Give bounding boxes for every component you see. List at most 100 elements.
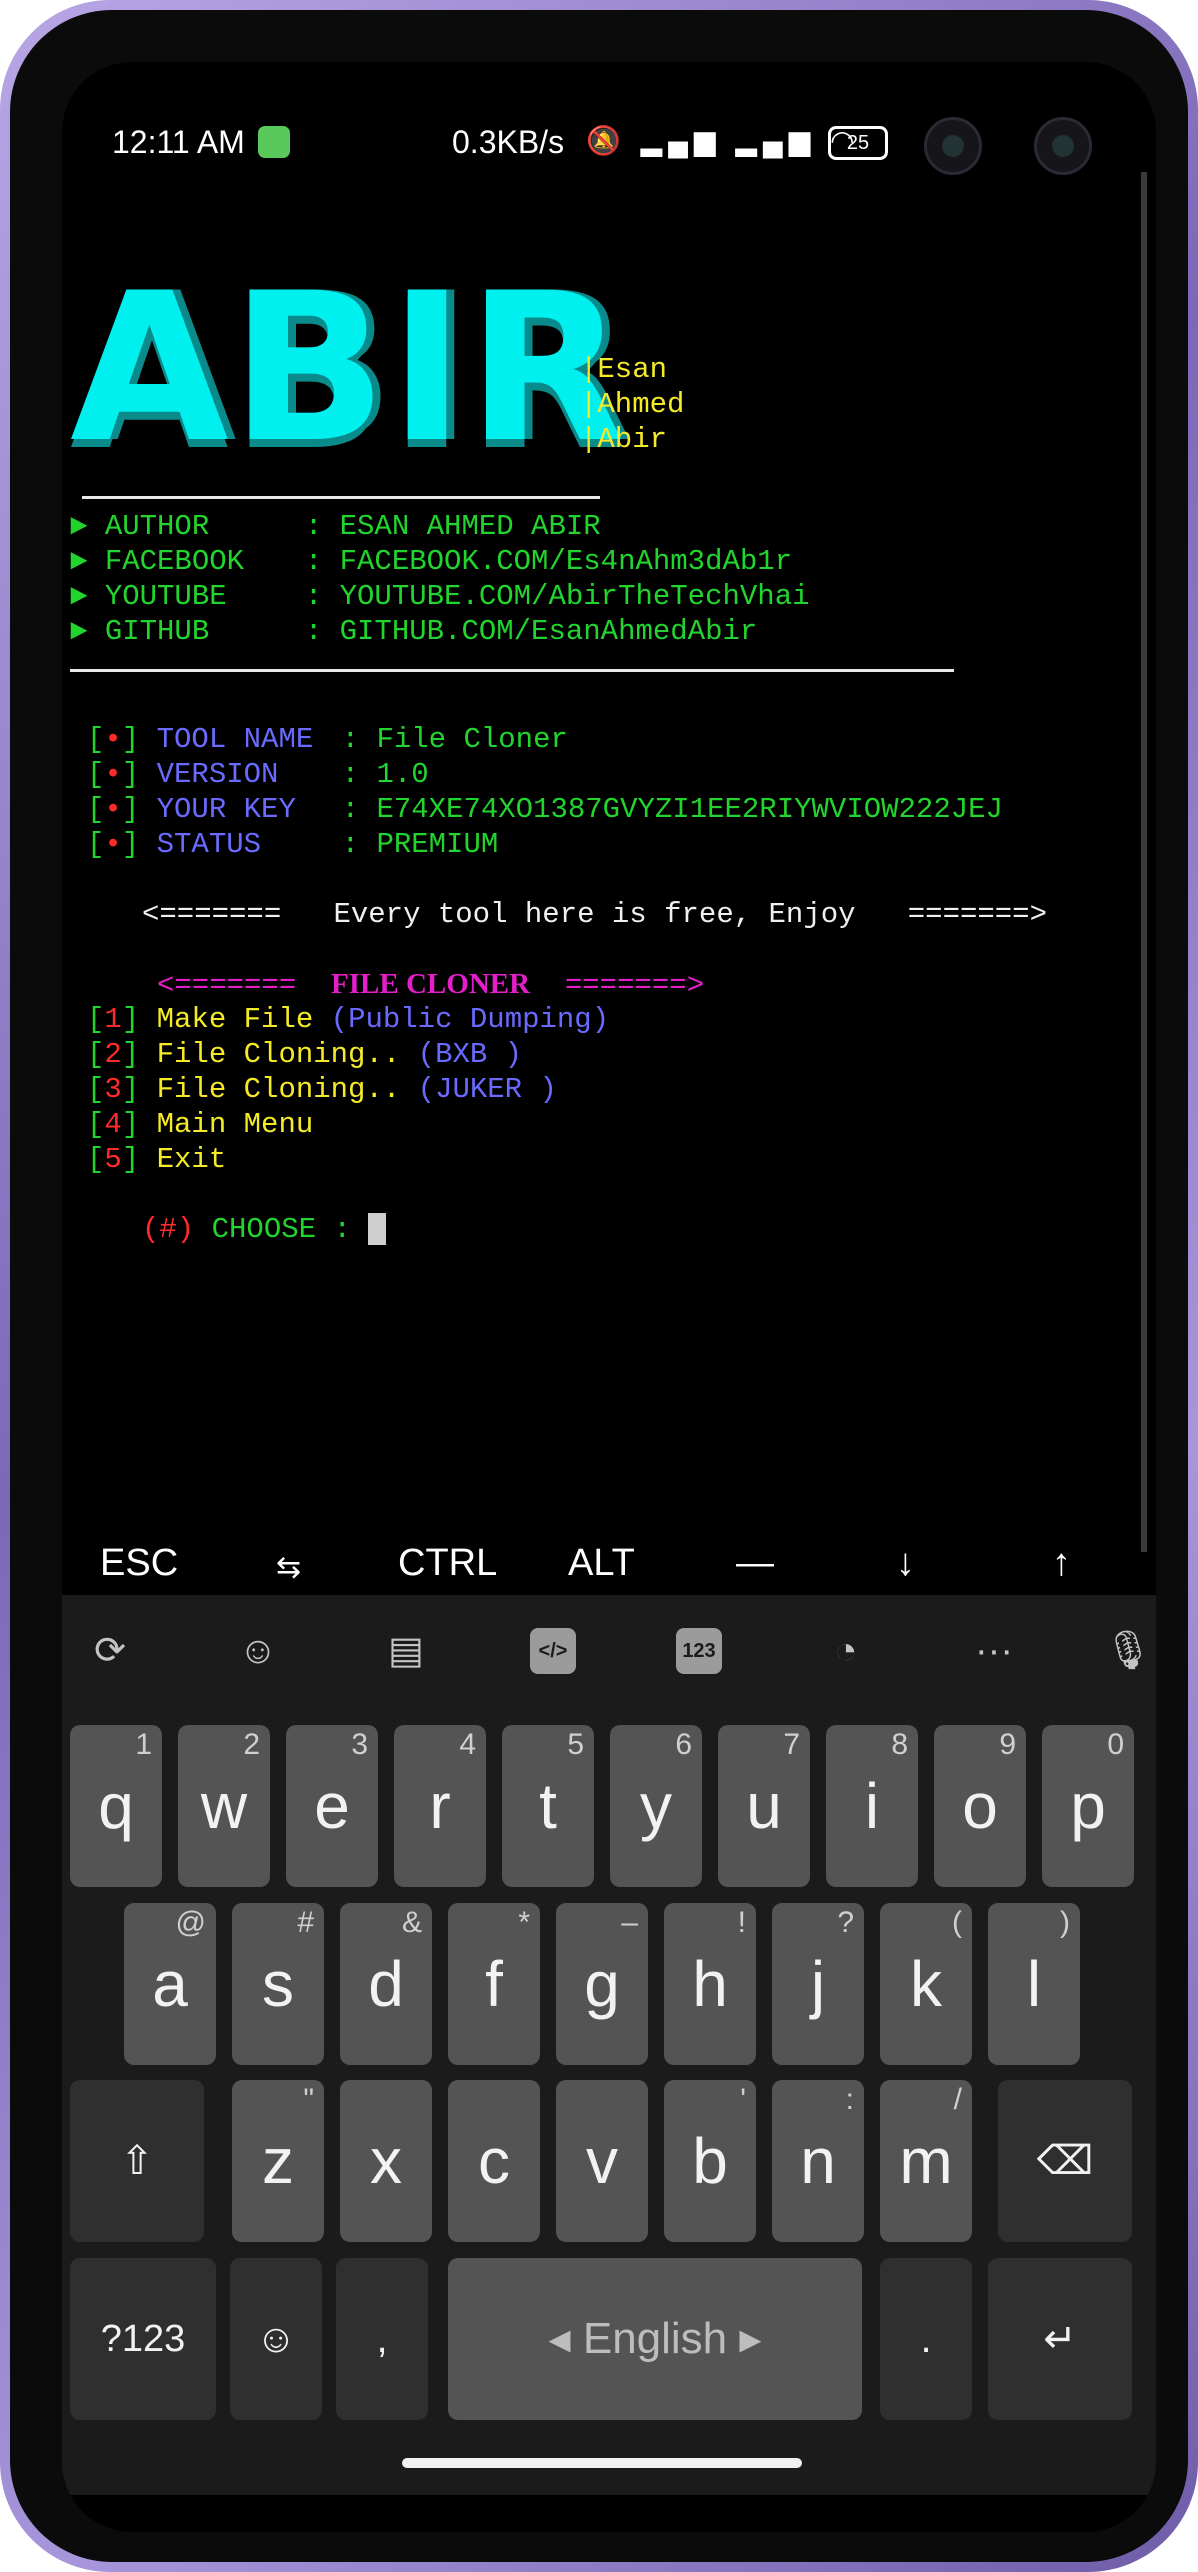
key-z[interactable]: " z — [232, 2080, 324, 2242]
dash-key[interactable]: — — [736, 1542, 774, 1585]
choose-prompt[interactable]: (#) CHOOSE : — [142, 1212, 387, 1247]
banner-line: |Ahmed — [580, 388, 685, 421]
key-hint: – — [621, 1906, 638, 1939]
up-arrow-key[interactable]: ↑ — [1052, 1542, 1071, 1585]
more-icon[interactable]: ··· — [968, 1625, 1020, 1677]
code-icon[interactable]: </> — [530, 1628, 576, 1674]
key-h[interactable]: ! h — [664, 1903, 756, 2065]
key-j[interactable]: ? j — [772, 1903, 864, 2065]
key-hint: 2 — [243, 1728, 260, 1761]
menu-title: <======= FILE CLONER =======> — [157, 968, 705, 1002]
key-a[interactable]: @ a — [124, 1903, 216, 2065]
shift-key[interactable]: ⇧ — [70, 2080, 204, 2242]
menu-item[interactable]: [4] Main Menu — [87, 1107, 313, 1142]
key-c[interactable]: c — [448, 2080, 540, 2242]
key-e[interactable]: 3e — [286, 1725, 378, 1887]
key-label: g — [584, 1948, 620, 2020]
key-label: k — [910, 1948, 942, 2020]
key-w[interactable]: 2w — [178, 1725, 270, 1887]
key-label: o — [962, 1770, 998, 1842]
key-b[interactable]: ' b — [664, 2080, 756, 2242]
key-x[interactable]: x — [340, 2080, 432, 2242]
key-hint: # — [297, 1906, 314, 1939]
key-o[interactable]: 9o — [934, 1725, 1026, 1887]
key-f[interactable]: * f — [448, 1903, 540, 2065]
key-label: h — [692, 1948, 728, 2020]
phone-bezel: 12:11 AM 0.3KB/s 🔕 ▂▄▆ ▂▄▆ ◠ 25 ABIR |Es… — [10, 10, 1188, 2562]
banner-line: |Abir — [580, 423, 668, 456]
translate-icon[interactable]: ⟳ — [84, 1625, 136, 1677]
key-label: s — [262, 1948, 294, 2020]
key-r[interactable]: 4r — [394, 1725, 486, 1887]
alt-key[interactable]: ALT — [568, 1542, 635, 1585]
key-hint: @ — [175, 1906, 206, 1939]
space-key[interactable]: ◂ English ▸ — [448, 2258, 862, 2420]
key-label: y — [640, 1770, 672, 1842]
free-banner: <======= Every tool here is free, Enjoy … — [142, 898, 1047, 931]
key-hint: / — [953, 2083, 962, 2116]
key-t[interactable]: 5t — [502, 1725, 594, 1887]
info-row: ► GITHUB: GITHUB.COM/EsanAhmedAbir — [70, 615, 758, 648]
keyboard-toolbar: ⟳ ☺ ▤ </> 123 ◔ ··· 🎙 — [62, 1595, 1156, 1705]
key-label: l — [1026, 1948, 1042, 2020]
menu-item[interactable]: [2] File Cloning.. (BXB ) — [87, 1037, 522, 1072]
keyboard: ⟳ ☺ ▤ </> 123 ◔ ··· 🎙 1q2w3e4r5t6y7u8i9o… — [62, 1595, 1156, 2495]
esc-key[interactable]: ESC — [100, 1542, 178, 1585]
whatsapp-icon[interactable]: ◔ — [820, 1625, 872, 1677]
key-q[interactable]: 1q — [70, 1725, 162, 1887]
key-n[interactable]: :n — [772, 2080, 864, 2242]
down-arrow-key[interactable]: ↓ — [896, 1542, 915, 1585]
key-hint: 6 — [675, 1728, 692, 1761]
key-g[interactable]: – g — [556, 1903, 648, 2065]
ctrl-key[interactable]: CTRL — [398, 1542, 497, 1585]
key-v[interactable]: v — [556, 2080, 648, 2242]
scrollbar[interactable] — [1141, 172, 1147, 1552]
key-hint: 1 — [135, 1728, 152, 1761]
symbols-key[interactable]: ?123 — [70, 2258, 216, 2420]
banner-line: |Esan — [580, 353, 668, 386]
tool-row: [•] VERSION: 1.0 — [87, 758, 429, 791]
key-hint: ? — [837, 1906, 854, 1939]
key-m[interactable]: / m — [880, 2080, 972, 2242]
key-u[interactable]: 7u — [718, 1725, 810, 1887]
emoji-key[interactable]: ☺ — [230, 2258, 322, 2420]
microphone-icon[interactable]: 🎙 — [1102, 1625, 1154, 1677]
key-hint: 4 — [459, 1728, 476, 1761]
key-hint: 3 — [351, 1728, 368, 1761]
key-label: w — [200, 1770, 248, 1842]
menu-item[interactable]: [1] Make File (Public Dumping) — [87, 1002, 609, 1037]
key-label: u — [746, 1770, 782, 1842]
home-indicator[interactable] — [402, 2458, 802, 2468]
key-d[interactable]: & d — [340, 1903, 432, 2065]
key-y[interactable]: 6y — [610, 1725, 702, 1887]
key-label: x — [370, 2125, 402, 2197]
key-s[interactable]: # s — [232, 1903, 324, 2065]
period-key[interactable]: . — [880, 2258, 972, 2420]
key-hint: & — [401, 1906, 422, 1939]
key-p[interactable]: 0p — [1042, 1725, 1134, 1887]
info-row: ► YOUTUBE: YOUTUBE.COM/AbirTheTechVhai — [70, 580, 810, 613]
key-label: c — [478, 2125, 510, 2197]
numpad-icon[interactable]: 123 — [676, 1628, 722, 1674]
key-hint: : — [845, 2083, 854, 2116]
key-i[interactable]: 8i — [826, 1725, 918, 1887]
app-notification-icon — [258, 126, 290, 158]
extra-keys-row: ESC ⇆ CTRL ALT — ↓ ↑ — [62, 1522, 1156, 1602]
key-hint: ' — [740, 2083, 746, 2116]
key-hint: 5 — [567, 1728, 584, 1761]
key-l[interactable]: ) l — [988, 1903, 1080, 2065]
key-label: j — [810, 1948, 826, 2020]
backspace-key[interactable]: ⌫ — [998, 2080, 1132, 2242]
clipboard-icon[interactable]: ▤ — [380, 1625, 432, 1677]
enter-key[interactable]: ↵ — [988, 2258, 1132, 2420]
key-label: d — [368, 1948, 404, 2020]
menu-item[interactable]: [5] Exit — [87, 1142, 226, 1177]
tab-key[interactable]: ⇆ — [276, 1550, 301, 1585]
comma-key[interactable]: , — [336, 2258, 428, 2420]
camera-icon — [924, 117, 982, 175]
key-hint: 7 — [783, 1728, 800, 1761]
emoji-sticker-icon[interactable]: ☺ — [232, 1625, 284, 1677]
menu-item[interactable]: [3] File Cloning.. (JUKER ) — [87, 1072, 557, 1107]
key-hint: ( — [952, 1906, 962, 1939]
key-k[interactable]: (k — [880, 1903, 972, 2065]
